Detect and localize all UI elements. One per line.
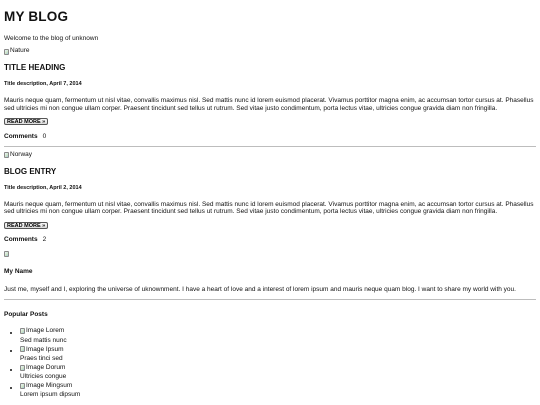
broken-image-icon bbox=[20, 346, 25, 353]
profile-image bbox=[4, 249, 536, 258]
comments-count-badge: 2 bbox=[42, 236, 47, 244]
popular-post-image: Image Ipsum bbox=[20, 345, 64, 354]
popular-posts-title: Popular Posts bbox=[4, 310, 48, 318]
popular-post-image-alt: Image Lorem bbox=[26, 327, 65, 335]
comments-count-badge: 0 bbox=[42, 132, 47, 140]
page: MY BLOG Welcome to the blog of unknown N… bbox=[0, 0, 540, 399]
post-heading: BLOG ENTRY bbox=[4, 166, 57, 176]
popular-post-item[interactable]: Image Lorem Sed mattis nunc bbox=[20, 327, 536, 345]
read-more-button[interactable]: READ MORE » bbox=[4, 222, 49, 230]
popular-post-item[interactable]: Image Dorum Ultricies congue bbox=[20, 363, 536, 381]
post-image-alt: Nature bbox=[10, 47, 30, 55]
popular-post-caption: Lorem ipsum dipsum bbox=[20, 391, 81, 399]
popular-post-item[interactable]: Image Mingsum Lorem ipsum dipsum bbox=[20, 381, 536, 399]
popular-post-image: Image Dorum bbox=[20, 363, 65, 372]
popular-post-caption: Sed mattis nunc bbox=[20, 337, 67, 345]
post-image-alt: Norway bbox=[10, 151, 33, 159]
post-image: Nature bbox=[4, 47, 536, 56]
popular-post-caption: Praes tinci sed bbox=[20, 355, 63, 363]
broken-image-icon bbox=[20, 364, 25, 371]
post-heading: TITLE HEADING bbox=[4, 63, 66, 72]
welcome-text: Welcome to the blog of unknown bbox=[4, 34, 99, 42]
blog-post: Nature TITLE HEADING Title description, … bbox=[4, 47, 536, 141]
broken-image-icon bbox=[20, 328, 25, 335]
blog-post: Norway BLOG ENTRY Title description, Apr… bbox=[4, 151, 536, 245]
read-more-button[interactable]: READ MORE » bbox=[4, 118, 49, 126]
popular-post-image: Image Lorem bbox=[20, 327, 64, 336]
post-description: Title description, April 7, 2014 bbox=[4, 81, 82, 87]
post-body: Mauris neque quam, fermentum ut nisl vit… bbox=[4, 200, 534, 216]
post-comments[interactable]: Comments 2 bbox=[4, 236, 536, 244]
post-body: Mauris neque quam, fermentum ut nisl vit… bbox=[4, 96, 534, 112]
profile-bio: Just me, myself and I, exploring the uni… bbox=[4, 285, 516, 293]
post-divider bbox=[4, 145, 536, 147]
comments-label: Comments bbox=[4, 236, 38, 244]
broken-image-icon bbox=[4, 250, 9, 257]
blog-title: MY BLOG bbox=[4, 9, 69, 24]
comments-label: Comments bbox=[4, 132, 38, 140]
post-comments[interactable]: Comments 0 bbox=[4, 133, 536, 141]
broken-image-icon bbox=[20, 382, 25, 389]
profile-name: My Name bbox=[4, 268, 33, 276]
popular-post-image-alt: Image Mingsum bbox=[26, 381, 73, 389]
post-image: Norway bbox=[4, 151, 536, 160]
popular-post-image-alt: Image Dorum bbox=[26, 363, 66, 371]
post-description: Title description, April 2, 2014 bbox=[4, 184, 82, 191]
popular-post-caption: Ultricies congue bbox=[20, 373, 67, 381]
popular-post-item[interactable]: Image Ipsum Praes tinci sed bbox=[20, 345, 536, 363]
broken-image-icon bbox=[4, 152, 9, 159]
popular-post-image-alt: Image Ipsum bbox=[26, 345, 64, 353]
popular-post-image: Image Mingsum bbox=[20, 381, 72, 390]
broken-image-icon bbox=[4, 48, 9, 55]
popular-posts-list: Image Lorem Sed mattis nunc Image Ipsum … bbox=[4, 327, 536, 399]
section-divider bbox=[4, 298, 536, 300]
